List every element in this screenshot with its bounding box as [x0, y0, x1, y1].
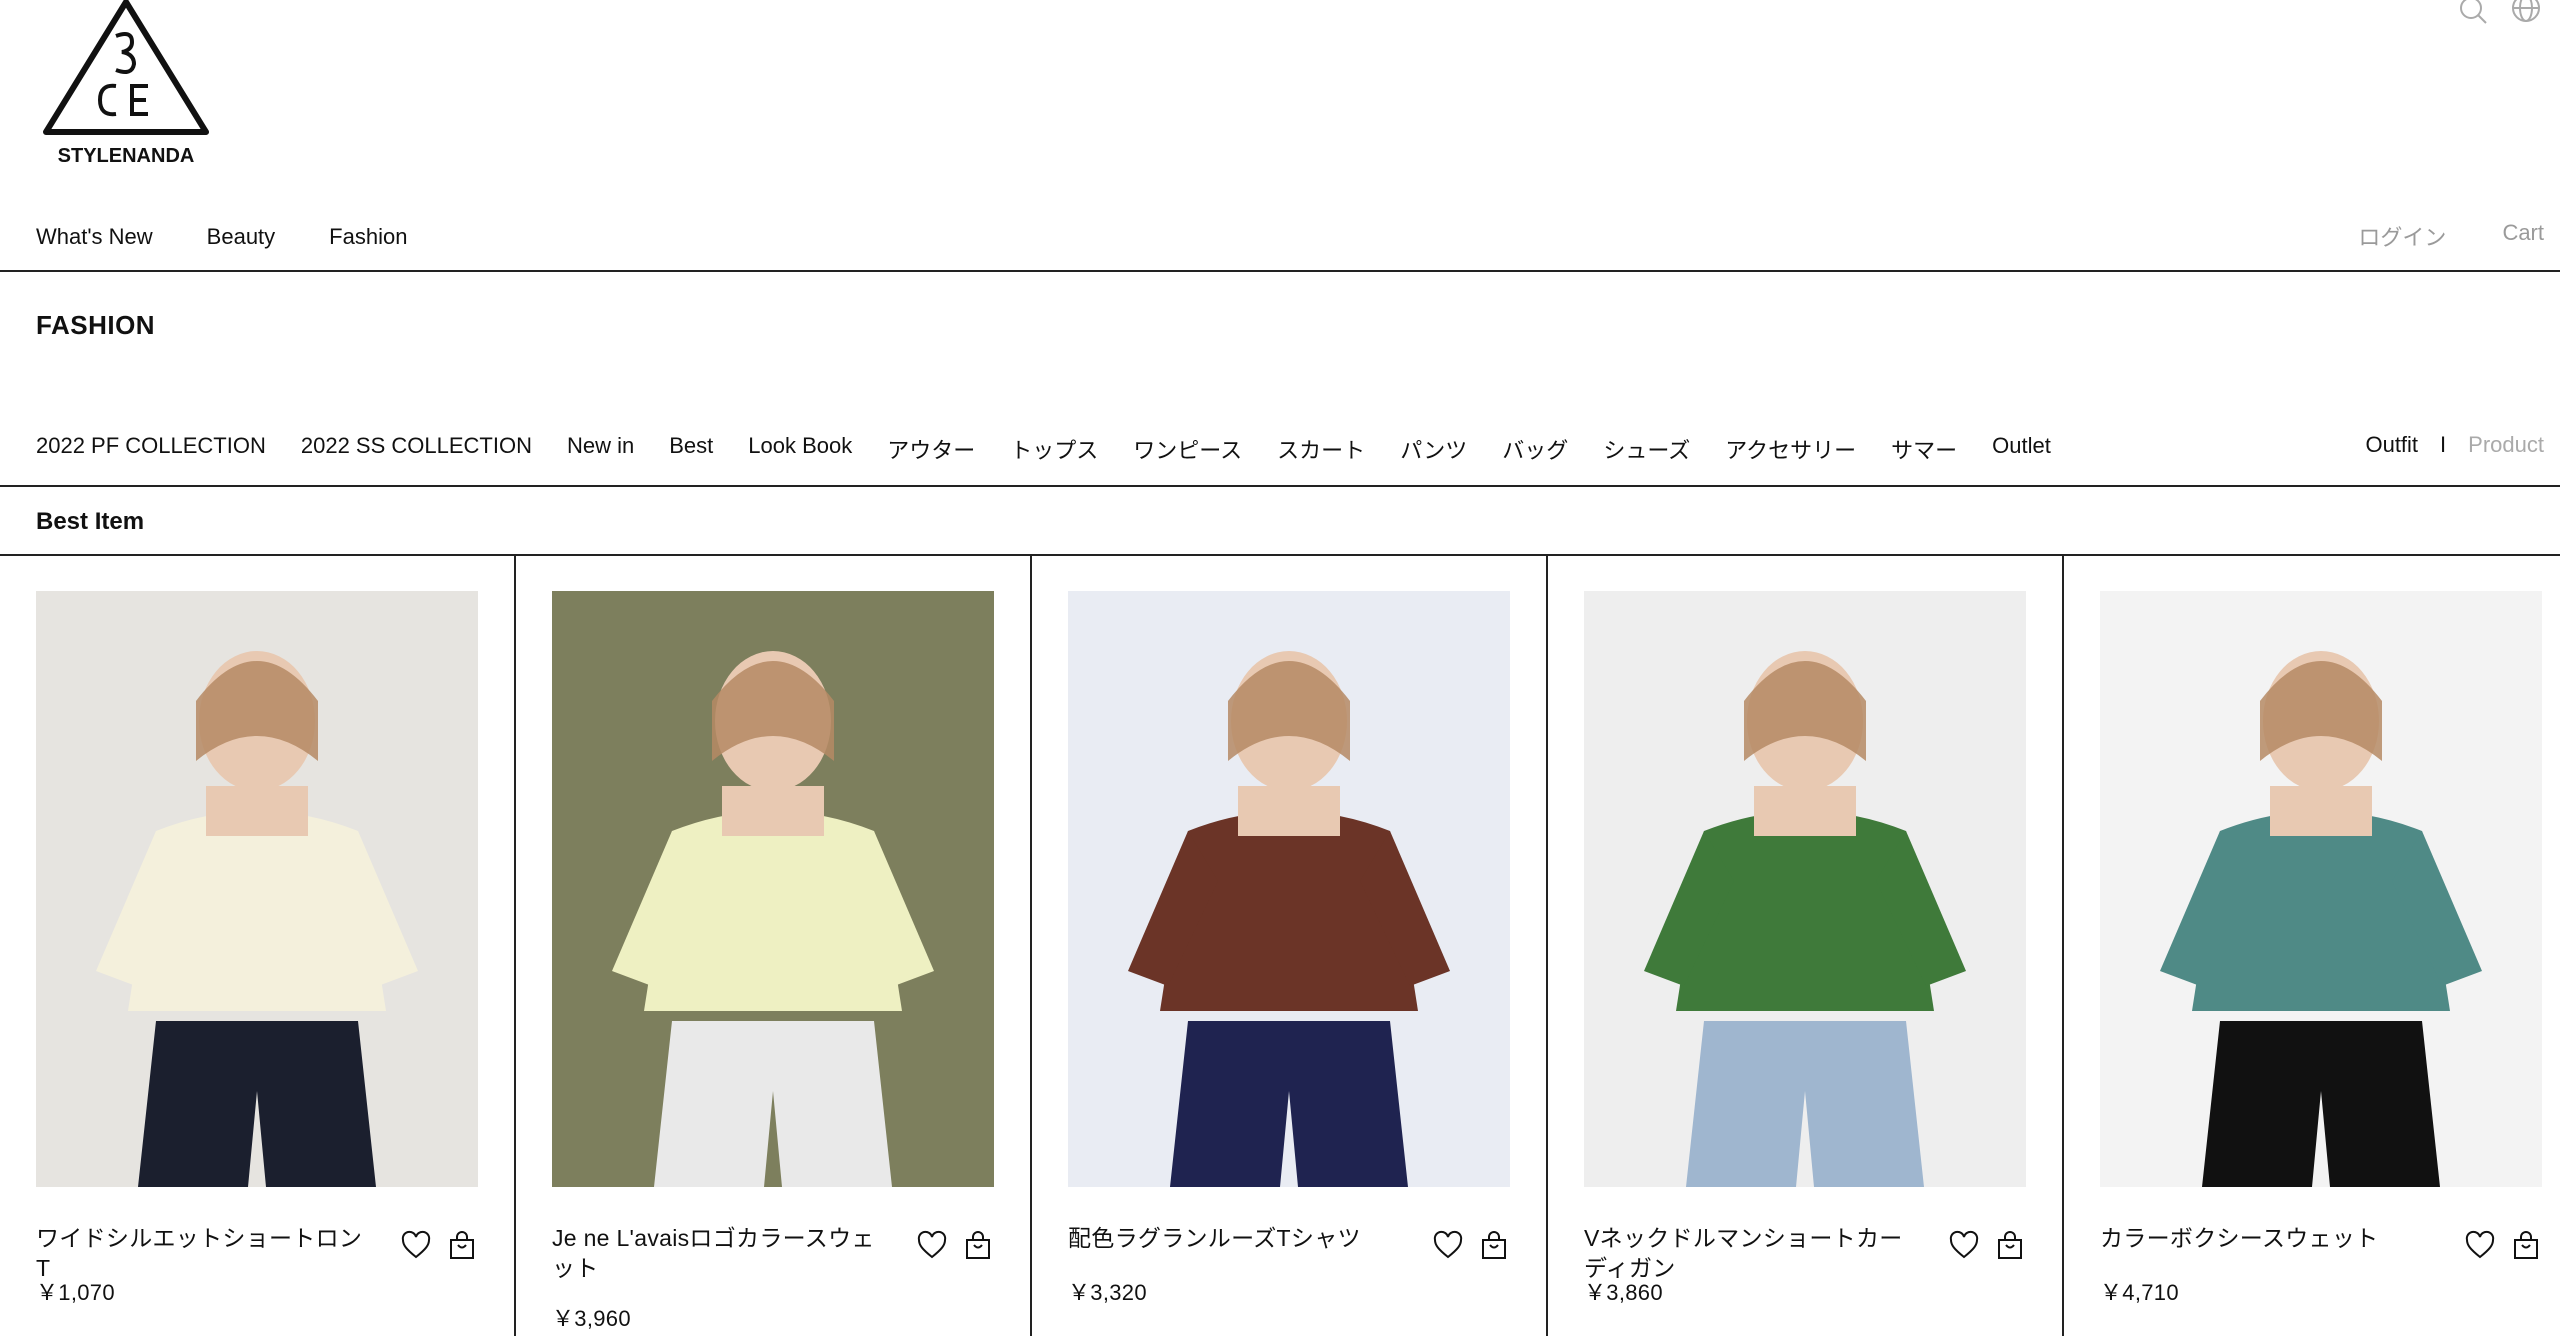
main-nav: What's New Beauty Fashion — [36, 224, 407, 250]
cart-link[interactable]: Cart — [2502, 220, 2544, 252]
product-image[interactable] — [1584, 591, 2026, 1187]
shopping-bag-icon[interactable] — [1994, 1230, 2026, 1262]
globe-icon[interactable] — [2510, 0, 2542, 26]
header-divider — [0, 270, 2560, 272]
category-divider — [0, 485, 2560, 487]
category-item[interactable]: バッグ — [1502, 433, 1568, 465]
category-item[interactable]: New in — [567, 433, 634, 465]
category-item[interactable]: 2022 SS COLLECTION — [301, 433, 532, 465]
heart-icon[interactable] — [1948, 1230, 1980, 1262]
shopping-bag-icon[interactable] — [962, 1230, 994, 1262]
heart-icon[interactable] — [400, 1230, 432, 1262]
shopping-bag-icon[interactable] — [2510, 1230, 2542, 1262]
product-price: ￥3,960 — [552, 1306, 631, 1331]
product-actions — [400, 1230, 478, 1262]
heart-icon[interactable] — [916, 1230, 948, 1262]
product-name[interactable]: Vネックドルマンショートカーディガン — [1584, 1223, 1914, 1283]
product-name[interactable]: 配色ラグランルーズTシャツ — [1068, 1223, 1398, 1253]
brand-logo[interactable]: STYLENANDA — [36, 0, 216, 170]
category-item[interactable]: アクセサリー — [1725, 433, 1856, 465]
product-actions — [1432, 1230, 1510, 1262]
product-price: ￥1,070 — [36, 1280, 115, 1305]
category-item[interactable]: アウター — [887, 433, 975, 465]
logo-subtext: STYLENANDA — [58, 145, 195, 167]
category-item[interactable]: Look Book — [748, 433, 852, 465]
product-actions — [1948, 1230, 2026, 1262]
view-toggle: Outfit I Product — [2365, 432, 2544, 458]
toggle-separator: I — [2440, 432, 2447, 457]
login-link[interactable]: ログイン — [2358, 220, 2446, 252]
product-grid: ワイドシルエットショートロンT ￥1,070 Je ne L'avaisロゴカラース… — [0, 555, 2560, 1336]
category-item[interactable]: ワンピース — [1133, 433, 1242, 465]
product-name[interactable]: ワイドシルエットショートロンT — [36, 1223, 366, 1283]
category-item[interactable]: スカート — [1277, 433, 1365, 465]
category-item[interactable]: シューズ — [1603, 433, 1690, 465]
product-card[interactable]: ワイドシルエットショートロンT ￥1,070 — [0, 555, 516, 1336]
product-price: ￥3,860 — [1584, 1280, 1663, 1305]
search-icon[interactable] — [2458, 0, 2490, 26]
category-item[interactable]: サマー — [1891, 433, 1957, 465]
heart-icon[interactable] — [2464, 1230, 2496, 1262]
product-actions — [916, 1230, 994, 1262]
product-card[interactable]: Vネックドルマンショートカーディガン ￥3,860 — [1548, 555, 2064, 1336]
nav-whats-new[interactable]: What's New — [36, 224, 153, 250]
category-item[interactable]: 2022 PF COLLECTION — [36, 433, 266, 465]
product-card[interactable]: Je ne L'avaisロゴカラースウェット ￥3,960 — [516, 555, 1032, 1336]
product-price: ￥4,710 — [2100, 1280, 2179, 1305]
page-title: FASHION — [36, 310, 156, 340]
category-nav: 2022 PF COLLECTION 2022 SS COLLECTION Ne… — [36, 433, 2051, 465]
section-heading: Best Item — [36, 508, 145, 535]
product-card[interactable]: 配色ラグランルーズTシャツ ￥3,320 — [1032, 555, 1548, 1336]
category-item[interactable]: パンツ — [1400, 433, 1467, 465]
category-item[interactable]: Best — [669, 433, 713, 465]
outfit-view-toggle[interactable]: Outfit — [2365, 432, 2418, 458]
category-item[interactable]: トップス — [1010, 433, 1098, 465]
heart-icon[interactable] — [1432, 1230, 1464, 1262]
product-price: ￥3,320 — [1068, 1280, 1147, 1305]
user-nav: ログイン Cart — [2358, 220, 2544, 252]
product-actions — [2464, 1230, 2542, 1262]
product-name[interactable]: カラーボクシースウェット — [2100, 1223, 2430, 1253]
product-image[interactable] — [2100, 591, 2542, 1187]
nav-beauty[interactable]: Beauty — [207, 224, 276, 250]
nav-fashion[interactable]: Fashion — [329, 224, 407, 250]
product-view-toggle[interactable]: Product — [2468, 432, 2544, 458]
category-item[interactable]: Outlet — [1992, 433, 2051, 465]
product-image[interactable] — [552, 591, 994, 1187]
product-card[interactable]: カラーボクシースウェット ￥4,710 — [2064, 555, 2560, 1336]
shopping-bag-icon[interactable] — [1478, 1230, 1510, 1262]
shopping-bag-icon[interactable] — [446, 1230, 478, 1262]
product-name[interactable]: Je ne L'avaisロゴカラースウェット — [552, 1223, 882, 1283]
product-image[interactable] — [1068, 591, 1510, 1187]
product-image[interactable] — [36, 591, 478, 1187]
